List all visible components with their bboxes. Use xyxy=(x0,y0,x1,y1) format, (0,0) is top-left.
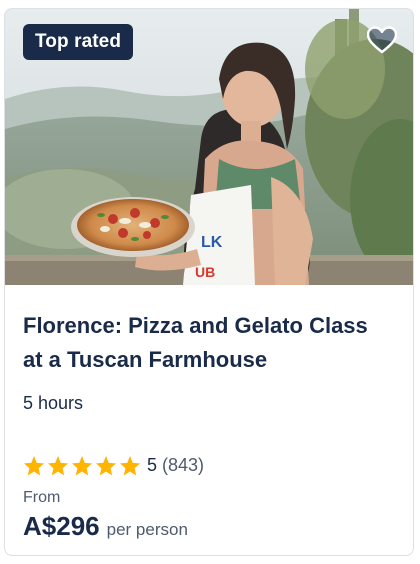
card-body: Florence: Pizza and Gelato Class at a Tu… xyxy=(5,285,413,414)
review-count: (843) xyxy=(162,455,205,475)
price-from-label: From xyxy=(23,489,61,506)
heart-icon xyxy=(367,26,397,54)
price-row: A$296 per person xyxy=(23,511,188,542)
activity-title[interactable]: Florence: Pizza and Gelato Class at a Tu… xyxy=(23,309,383,377)
activity-photo[interactable]: LK UB Top rated xyxy=(5,9,413,285)
star-rating xyxy=(23,455,141,476)
star-icon xyxy=(71,455,93,476)
price-amount: A$296 xyxy=(23,511,100,541)
star-icon xyxy=(95,455,117,476)
top-rated-badge: Top rated xyxy=(23,24,134,60)
star-icon xyxy=(119,455,141,476)
activity-duration: 5 hours xyxy=(23,393,84,413)
price-unit: per person xyxy=(106,520,188,539)
star-icon xyxy=(23,455,45,476)
rating-score: 5 xyxy=(147,455,158,475)
wishlist-button[interactable] xyxy=(365,23,399,57)
svg-text:UB: UB xyxy=(195,264,215,280)
svg-text:LK: LK xyxy=(201,234,223,251)
activity-card[interactable]: LK UB Top rated Florence: Pizza and Gela… xyxy=(4,8,414,556)
rating-row: 5 (843) xyxy=(23,455,204,476)
star-icon xyxy=(47,455,69,476)
